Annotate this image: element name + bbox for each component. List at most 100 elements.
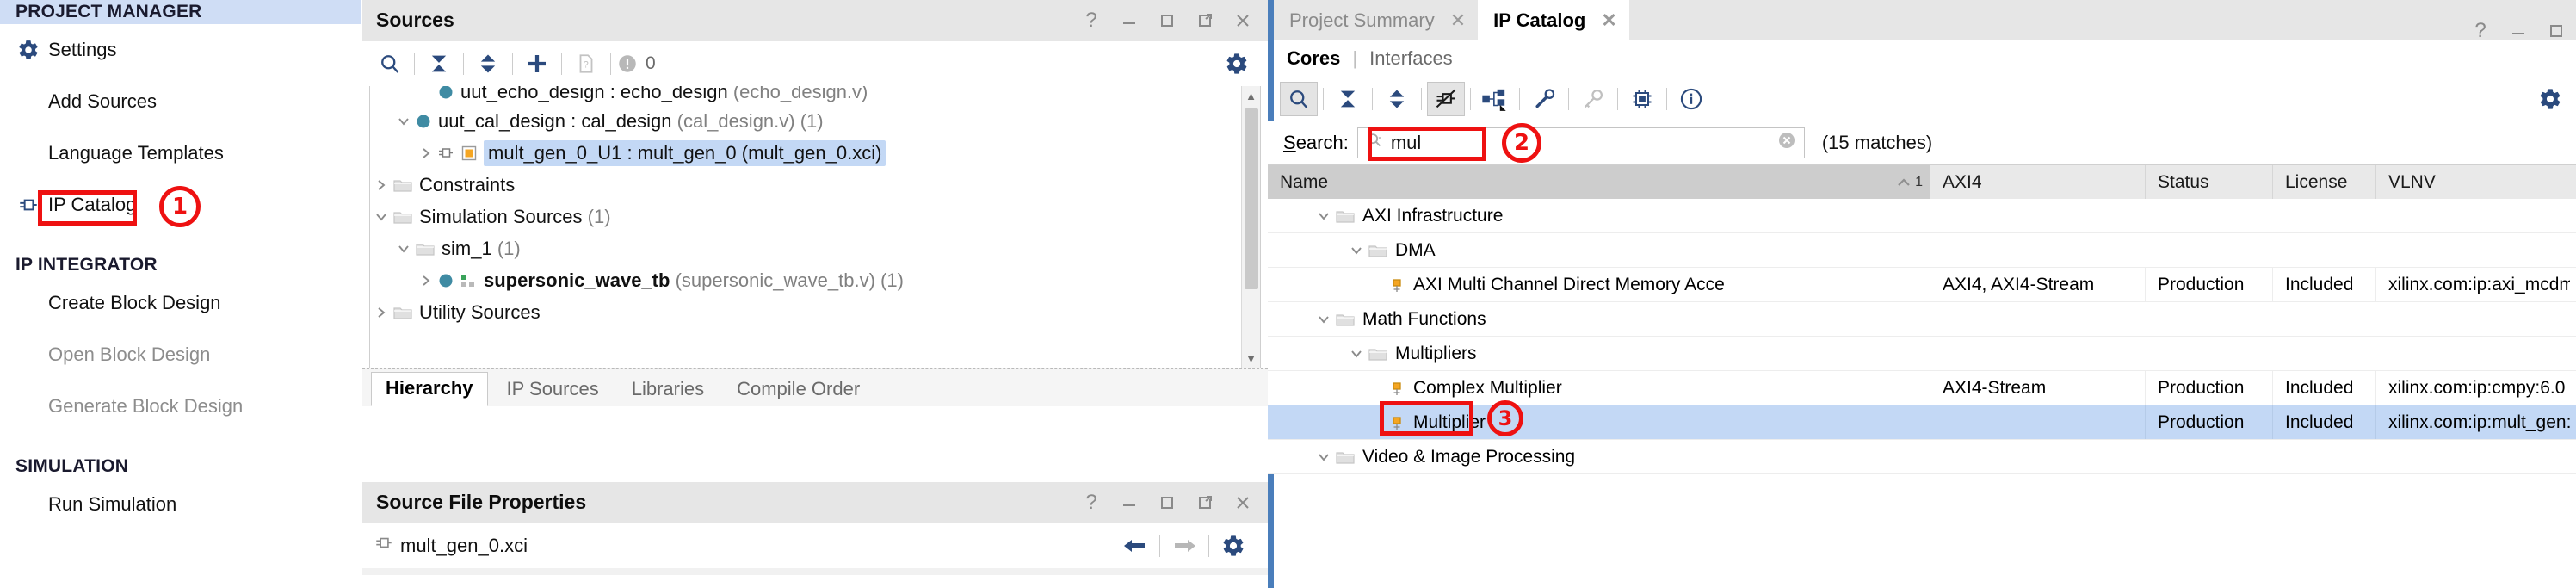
flow-item-settings[interactable]: Settings <box>0 24 361 76</box>
close-icon[interactable]: ✕ <box>1450 9 1466 32</box>
chevron-down-icon[interactable] <box>392 241 415 257</box>
flow-item-create-block-design[interactable]: Create Block Design <box>0 277 361 329</box>
settings-gear-icon[interactable] <box>1214 529 1252 563</box>
tab-project-summary[interactable]: Project Summary ✕ <box>1274 0 1479 40</box>
tree-row[interactable]: supersonic_wave_tb (supersonic_wave_tb.v… <box>370 264 1260 296</box>
help-icon[interactable]: ? <box>2471 19 2490 42</box>
chevron-down-icon[interactable] <box>370 209 392 225</box>
table-row[interactable]: AXI Multi Channel Direct Memory Acce AXI… <box>1268 268 2576 302</box>
table-row[interactable]: Complex Multiplier AXI4-Stream Productio… <box>1268 371 2576 405</box>
minimize-icon[interactable] <box>1120 493 1139 512</box>
settings-gear-icon[interactable] <box>2531 82 2569 116</box>
back-arrow-icon[interactable] <box>1116 529 1154 563</box>
table-row-group[interactable]: Multipliers <box>1268 337 2576 371</box>
chevron-down-icon[interactable] <box>1345 346 1368 362</box>
tree-row[interactable]: uut_cal_design : cal_design (cal_design.… <box>370 105 1260 137</box>
table-row-group[interactable]: DMA <box>1268 233 2576 268</box>
flow-item-run-simulation[interactable]: Run Simulation <box>0 479 361 530</box>
close-icon[interactable]: ✕ <box>1601 9 1616 32</box>
add-sources-icon[interactable] <box>518 46 556 81</box>
float-icon[interactable] <box>1195 493 1214 512</box>
tree-vertical-scrollbar[interactable]: ▲ ▼ <box>1241 86 1260 368</box>
scroll-thumb[interactable] <box>1245 108 1258 289</box>
column-header-name[interactable]: Name 1 <box>1268 165 1930 199</box>
tree-label: sim_1 <box>442 237 492 259</box>
tree-row[interactable]: Constraints <box>370 169 1260 201</box>
sources-title-bar: Sources ? <box>362 0 1268 41</box>
table-row-group[interactable]: Math Functions <box>1268 302 2576 337</box>
tab-ip-catalog[interactable]: IP Catalog ✕ <box>1478 0 1629 40</box>
expand-all-icon[interactable] <box>1378 82 1416 116</box>
ip-pin-icon <box>374 533 393 559</box>
chevron-down-icon[interactable] <box>1313 449 1335 465</box>
column-header-license[interactable]: License <box>2273 165 2376 199</box>
settings-gear-icon[interactable] <box>1218 46 1256 81</box>
chevron-right-icon[interactable] <box>415 273 437 288</box>
flow-item-generate-block-design[interactable]: Generate Block Design <box>0 381 361 432</box>
gear-icon <box>15 37 41 63</box>
tree-row[interactable]: Simulation Sources (1) <box>370 201 1260 232</box>
search-input[interactable]: mul <box>1356 127 1805 158</box>
source-file-properties-panel: Source File Properties ? mult_gen_0.xci <box>362 482 1268 588</box>
column-header-vlnv[interactable]: VLNV <box>2376 165 2570 199</box>
table-row-selected[interactable]: Multiplier Production Included xilinx.co… <box>1268 400 2576 440</box>
minimize-icon[interactable] <box>1120 11 1139 30</box>
tree-label: mult_gen_0_U1 : mult_gen_0 <box>488 141 737 164</box>
maximize-icon[interactable] <box>1158 11 1177 30</box>
close-icon[interactable] <box>1233 493 1252 512</box>
maximize-icon[interactable] <box>1158 493 1177 512</box>
column-header-status[interactable]: Status <box>2146 165 2273 199</box>
subtab-cores[interactable]: Cores <box>1287 47 1340 70</box>
row-axi4: AXI4-Stream <box>1930 371 2146 405</box>
tree-row[interactable]: uut_echo_design : echo_design (echo_desi… <box>370 86 1260 105</box>
column-header-axi4[interactable]: AXI4 <box>1930 165 2146 199</box>
sources-tree[interactable]: uut_echo_design : echo_design (echo_desi… <box>369 86 1261 368</box>
tab-ip-sources[interactable]: IP Sources <box>493 374 613 406</box>
tab-libraries[interactable]: Libraries <box>618 374 718 406</box>
search-dropdown-icon[interactable] <box>1365 131 1384 155</box>
help-icon[interactable]: ? <box>1082 9 1101 32</box>
chevron-down-icon[interactable] <box>1313 208 1335 224</box>
report-file-icon[interactable]: ? <box>567 46 605 81</box>
subtab-interfaces[interactable]: Interfaces <box>1369 47 1453 70</box>
chevron-down-icon[interactable] <box>1345 243 1368 258</box>
maximize-icon[interactable] <box>2547 22 2566 40</box>
warning-count-icon[interactable]: 0 <box>616 46 656 81</box>
ip-hierarchy-icon[interactable] <box>1476 82 1514 116</box>
flow-item-label: Create Block Design <box>48 292 221 313</box>
tree-row[interactable]: sim_1 (1) <box>370 232 1260 264</box>
minimize-icon[interactable] <box>2509 22 2528 40</box>
flow-item-language-templates[interactable]: Language Templates <box>0 127 361 179</box>
help-icon[interactable]: ? <box>1082 491 1101 514</box>
flow-item-open-block-design[interactable]: Open Block Design <box>0 329 361 381</box>
search-icon[interactable] <box>371 46 409 81</box>
chevron-down-icon[interactable] <box>392 114 415 129</box>
chevron-right-icon[interactable] <box>370 305 392 320</box>
float-icon[interactable] <box>1195 11 1214 30</box>
chip-icon[interactable] <box>1623 82 1661 116</box>
license-key-icon[interactable] <box>1574 82 1612 116</box>
ip-core-icon <box>460 145 478 162</box>
chevron-right-icon[interactable] <box>370 177 392 193</box>
wrench-icon[interactable] <box>1525 82 1563 116</box>
expand-all-icon[interactable] <box>469 46 507 81</box>
table-row-group[interactable]: Video & Image Processing <box>1268 440 2576 474</box>
clear-circle-icon[interactable] <box>1776 130 1797 156</box>
tree-row[interactable]: Utility Sources <box>370 296 1260 328</box>
scroll-down-arrow-icon[interactable]: ▼ <box>1242 349 1260 368</box>
chevron-right-icon[interactable] <box>415 145 437 161</box>
flow-item-add-sources[interactable]: Add Sources <box>0 76 361 127</box>
info-icon[interactable] <box>1672 82 1710 116</box>
collapse-all-icon[interactable] <box>1329 82 1367 116</box>
table-row-group[interactable]: AXI Infrastructure <box>1268 199 2576 233</box>
tree-row-selected[interactable]: mult_gen_0_U1 : mult_gen_0 (mult_gen_0.x… <box>370 137 1260 169</box>
search-icon[interactable] <box>1280 82 1318 116</box>
tab-compile-order[interactable]: Compile Order <box>723 374 874 406</box>
chevron-down-icon[interactable] <box>1313 312 1335 327</box>
close-icon[interactable] <box>1233 11 1252 30</box>
forward-arrow-icon[interactable] <box>1165 529 1203 563</box>
scroll-up-arrow-icon[interactable]: ▲ <box>1242 86 1260 105</box>
collapse-all-icon[interactable] <box>420 46 458 81</box>
tab-hierarchy[interactable]: Hierarchy <box>371 372 488 406</box>
hide-disabled-icon[interactable] <box>1427 82 1465 116</box>
